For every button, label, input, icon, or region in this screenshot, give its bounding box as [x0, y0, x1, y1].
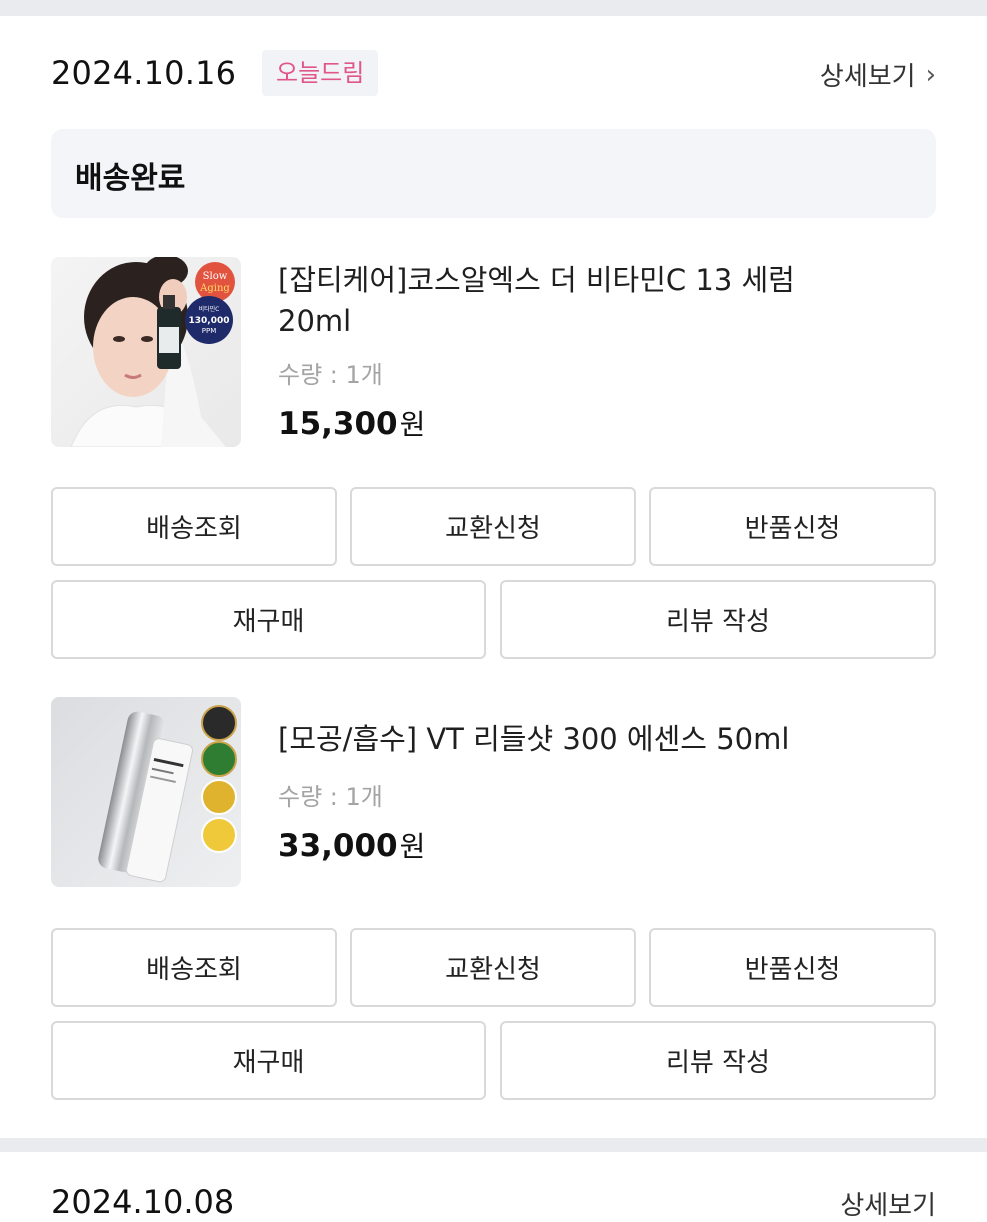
price-value: 33,000 — [278, 828, 398, 864]
product-price: 33,000 원 — [278, 825, 425, 865]
product-name-line1: [잡티케어]코스알엑스 더 비타민C 13 세럼 — [278, 263, 795, 297]
price-currency: 원 — [399, 830, 426, 863]
product-price: 15,300 원 — [278, 403, 425, 443]
product-thumbnail[interactable]: Slow Aging 비타민C 130,000 PPM — [51, 257, 241, 447]
delivery-status-box: 배송완료 — [51, 129, 936, 218]
next-order-detail-link[interactable]: 상세보기 — [840, 1185, 936, 1222]
price-value: 15,300 — [278, 406, 398, 442]
order-detail-label: 상세보기 — [819, 62, 916, 92]
delivery-type-badge: 오늘드림 — [262, 50, 379, 96]
chevron-right-icon: › — [925, 59, 936, 90]
rebuy-button[interactable]: 재구매 — [51, 580, 486, 659]
next-order-date: 2024.10.08 — [51, 1183, 235, 1221]
product-image: Slow Aging 비타민C 130,000 PPM — [51, 257, 241, 447]
order-item: [모공/흡수] VT 리들샷 300 에센스 50ml 수량 : 1개 33,0… — [51, 697, 936, 887]
return-request-button[interactable]: 반품신청 — [649, 487, 936, 566]
product-name[interactable]: [모공/흡수] VT 리들샷 300 에센스 50ml — [278, 719, 918, 760]
badge-text-slow: Slow — [203, 271, 228, 282]
badge2-line3: PPM — [202, 327, 216, 335]
return-request-button[interactable]: 반품신청 — [649, 928, 936, 1007]
badge2-line2: 130,000 — [189, 316, 230, 326]
exchange-request-button[interactable]: 교환신청 — [350, 928, 636, 1007]
section-divider-top — [0, 0, 987, 16]
product-name-line2: 20ml — [278, 304, 352, 338]
badge-text-aging: Aging — [199, 283, 230, 294]
product-name-line1: [모공/흡수] VT 리들샷 300 에센스 50ml — [278, 722, 790, 756]
price-currency: 원 — [399, 408, 426, 441]
track-delivery-button[interactable]: 배송조회 — [51, 928, 337, 1007]
order-header: 2024.10.16 오늘드림 상세보기 › — [51, 50, 936, 96]
product-image — [51, 697, 241, 887]
order-date: 2024.10.16 — [51, 54, 237, 92]
section-divider-bottom — [0, 1138, 987, 1152]
order-item: Slow Aging 비타민C 130,000 PPM [잡티케어]코스알엑스 … — [51, 257, 936, 447]
write-review-button[interactable]: 리뷰 작성 — [500, 1021, 936, 1100]
track-delivery-button[interactable]: 배송조회 — [51, 487, 337, 566]
product-quantity: 수량 : 1개 — [278, 783, 383, 811]
product-name[interactable]: [잡티케어]코스알엑스 더 비타민C 13 세럼 20ml — [278, 260, 918, 342]
product-quantity: 수량 : 1개 — [278, 361, 383, 389]
product-thumbnail[interactable] — [51, 697, 241, 887]
badge2-line1: 비타민C — [199, 305, 220, 313]
write-review-button[interactable]: 리뷰 작성 — [500, 580, 936, 659]
delivery-status: 배송완료 — [75, 161, 186, 196]
rebuy-button[interactable]: 재구매 — [51, 1021, 486, 1100]
order-detail-link[interactable]: 상세보기 › — [820, 56, 936, 93]
exchange-request-button[interactable]: 교환신청 — [350, 487, 636, 566]
